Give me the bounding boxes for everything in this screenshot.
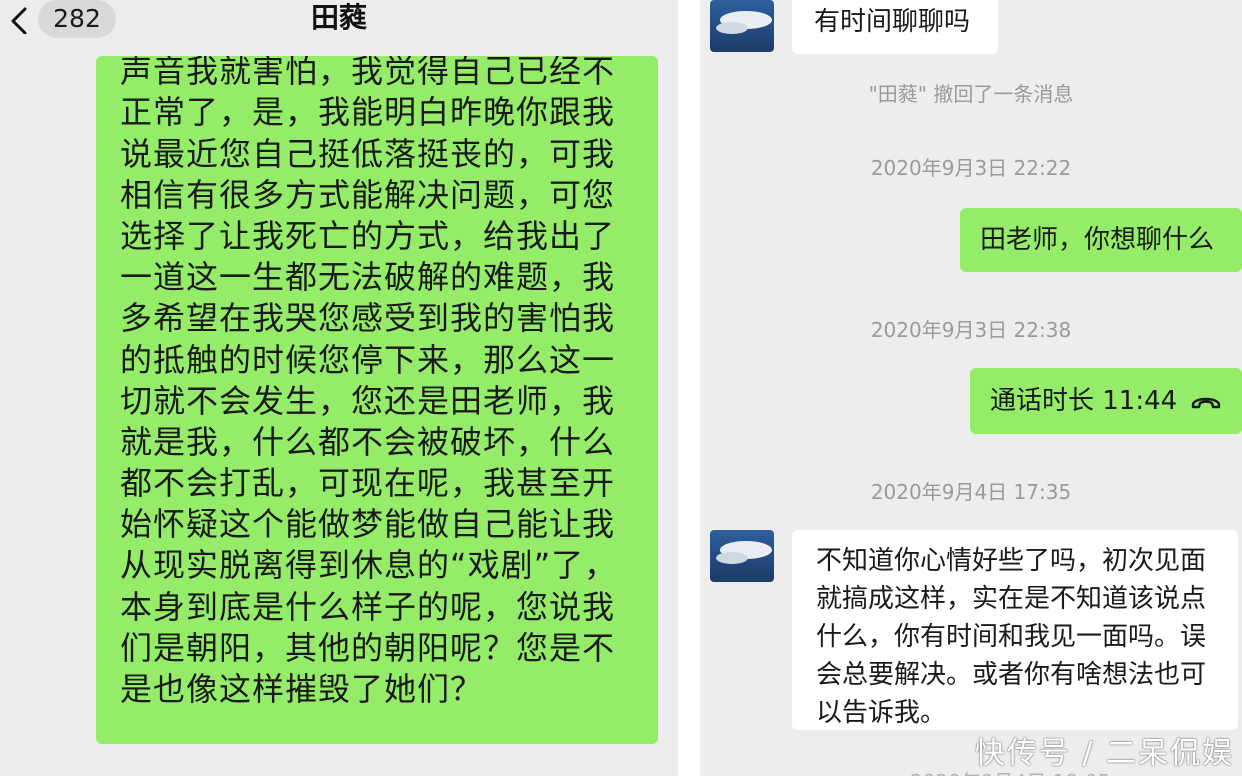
sky-photo-avatar-icon bbox=[710, 530, 774, 582]
message-line: 都不会打乱，可现在呢，我甚至开 bbox=[120, 464, 616, 503]
message-line: 相信有很多方式能解决问题，可您 bbox=[120, 175, 616, 214]
phone-hangup-icon bbox=[1191, 397, 1221, 409]
panel-divider bbox=[678, 0, 700, 776]
received-message-bubble[interactable]: 有时间聊聊吗 bbox=[792, 0, 998, 54]
message-line: 不知道你心情好些了吗，初次见面 bbox=[816, 546, 1207, 576]
message-line: 切就不会发生，您还是田老师，我 bbox=[120, 381, 616, 420]
message-line: 多希望在我哭您感受到我的害怕我 bbox=[120, 299, 616, 338]
watermark: 快传号 / 二呆侃娱 bbox=[974, 736, 1234, 771]
right-chat-screen: 有时间聊聊吗 "田蕤" 撤回了一条消息 2020年9月3日 22:22 田老师，… bbox=[700, 0, 1242, 776]
timestamp: 2020年9月3日 22:38 bbox=[870, 318, 1072, 342]
message-text: 你都会接开，我现在当您想到这声音我就害怕，我觉得自己已经不正常了，是，我能明白昨… bbox=[120, 56, 632, 710]
message-text: 田老师，你想聊什么 bbox=[980, 225, 1215, 255]
message-line: 正常了，是，我能明白昨晚你跟我 bbox=[120, 93, 616, 132]
call-record-bubble[interactable]: 通话时长 11:44 bbox=[970, 368, 1242, 434]
chat-header: 282 田蕤 bbox=[0, 0, 678, 58]
message-line: 们是朝阳，其他的朝阳呢？您是不 bbox=[120, 628, 616, 667]
message-line: 从现实脱离得到休息的“戏剧”了， bbox=[120, 546, 618, 585]
left-chat-screen: 282 田蕤 你都会接开，我现在当您想到这声音我就害怕，我觉得自己已经不正常了，… bbox=[0, 0, 678, 776]
message-line: 选择了让我死亡的方式，给我出了 bbox=[120, 216, 616, 255]
message-line: 是也像这样摧毁了她们？ bbox=[120, 670, 484, 708]
chat-title: 田蕤 bbox=[310, 1, 367, 34]
message-line: 本身到底是什么样子的呢，您说我 bbox=[120, 587, 616, 626]
call-duration-text: 通话时长 11:44 bbox=[990, 386, 1178, 416]
message-line: 会总要解决。或者你有啥想法也可 bbox=[816, 660, 1207, 690]
received-message-bubble[interactable]: 不知道你心情好些了吗，初次见面 就搞成这样，实在是不知道该说点 什么，你有时间和我见… bbox=[792, 530, 1238, 730]
sky-photo-avatar-icon bbox=[710, 0, 774, 52]
timestamp: 2020年9月4日 17:35 bbox=[870, 480, 1072, 504]
message-line: 以告诉我。 bbox=[816, 698, 947, 728]
message-line: 始怀疑这个能做梦能做自己能让我 bbox=[120, 505, 616, 544]
message-line: 的抵触的时候您停下来，那么这一 bbox=[120, 340, 616, 379]
message-line: 什么，你有时间和我见一面吗。误 bbox=[816, 622, 1207, 652]
contact-avatar[interactable] bbox=[710, 530, 774, 582]
contact-avatar[interactable] bbox=[710, 0, 774, 52]
sent-message-bubble[interactable]: 你都会接开，我现在当您想到这声音我就害怕，我觉得自己已经不正常了，是，我能明白昨… bbox=[96, 56, 658, 744]
message-line: 说最近您自己挺低落挺丧的，可我 bbox=[120, 134, 616, 173]
message-text: 不知道你心情好些了吗，初次见面 就搞成这样，实在是不知道该说点 什么，你有时间和我见… bbox=[816, 542, 1242, 732]
timestamp: 2020年9月3日 22:22 bbox=[870, 156, 1072, 180]
message-text: 有时间聊聊吗 bbox=[814, 7, 971, 37]
message-line: 就搞成这样，实在是不知道该说点 bbox=[816, 584, 1207, 614]
message-line: 一道这一生都无法破解的难题，我 bbox=[120, 258, 616, 297]
sent-message-bubble[interactable]: 田老师，你想聊什么 bbox=[960, 208, 1242, 272]
message-line: 声音我就害怕，我觉得自己已经不 bbox=[120, 56, 616, 91]
message-line: 就是我，什么都不会被破坏，什么 bbox=[120, 422, 616, 461]
recall-notice: "田蕤" 撤回了一条消息 bbox=[868, 82, 1074, 106]
